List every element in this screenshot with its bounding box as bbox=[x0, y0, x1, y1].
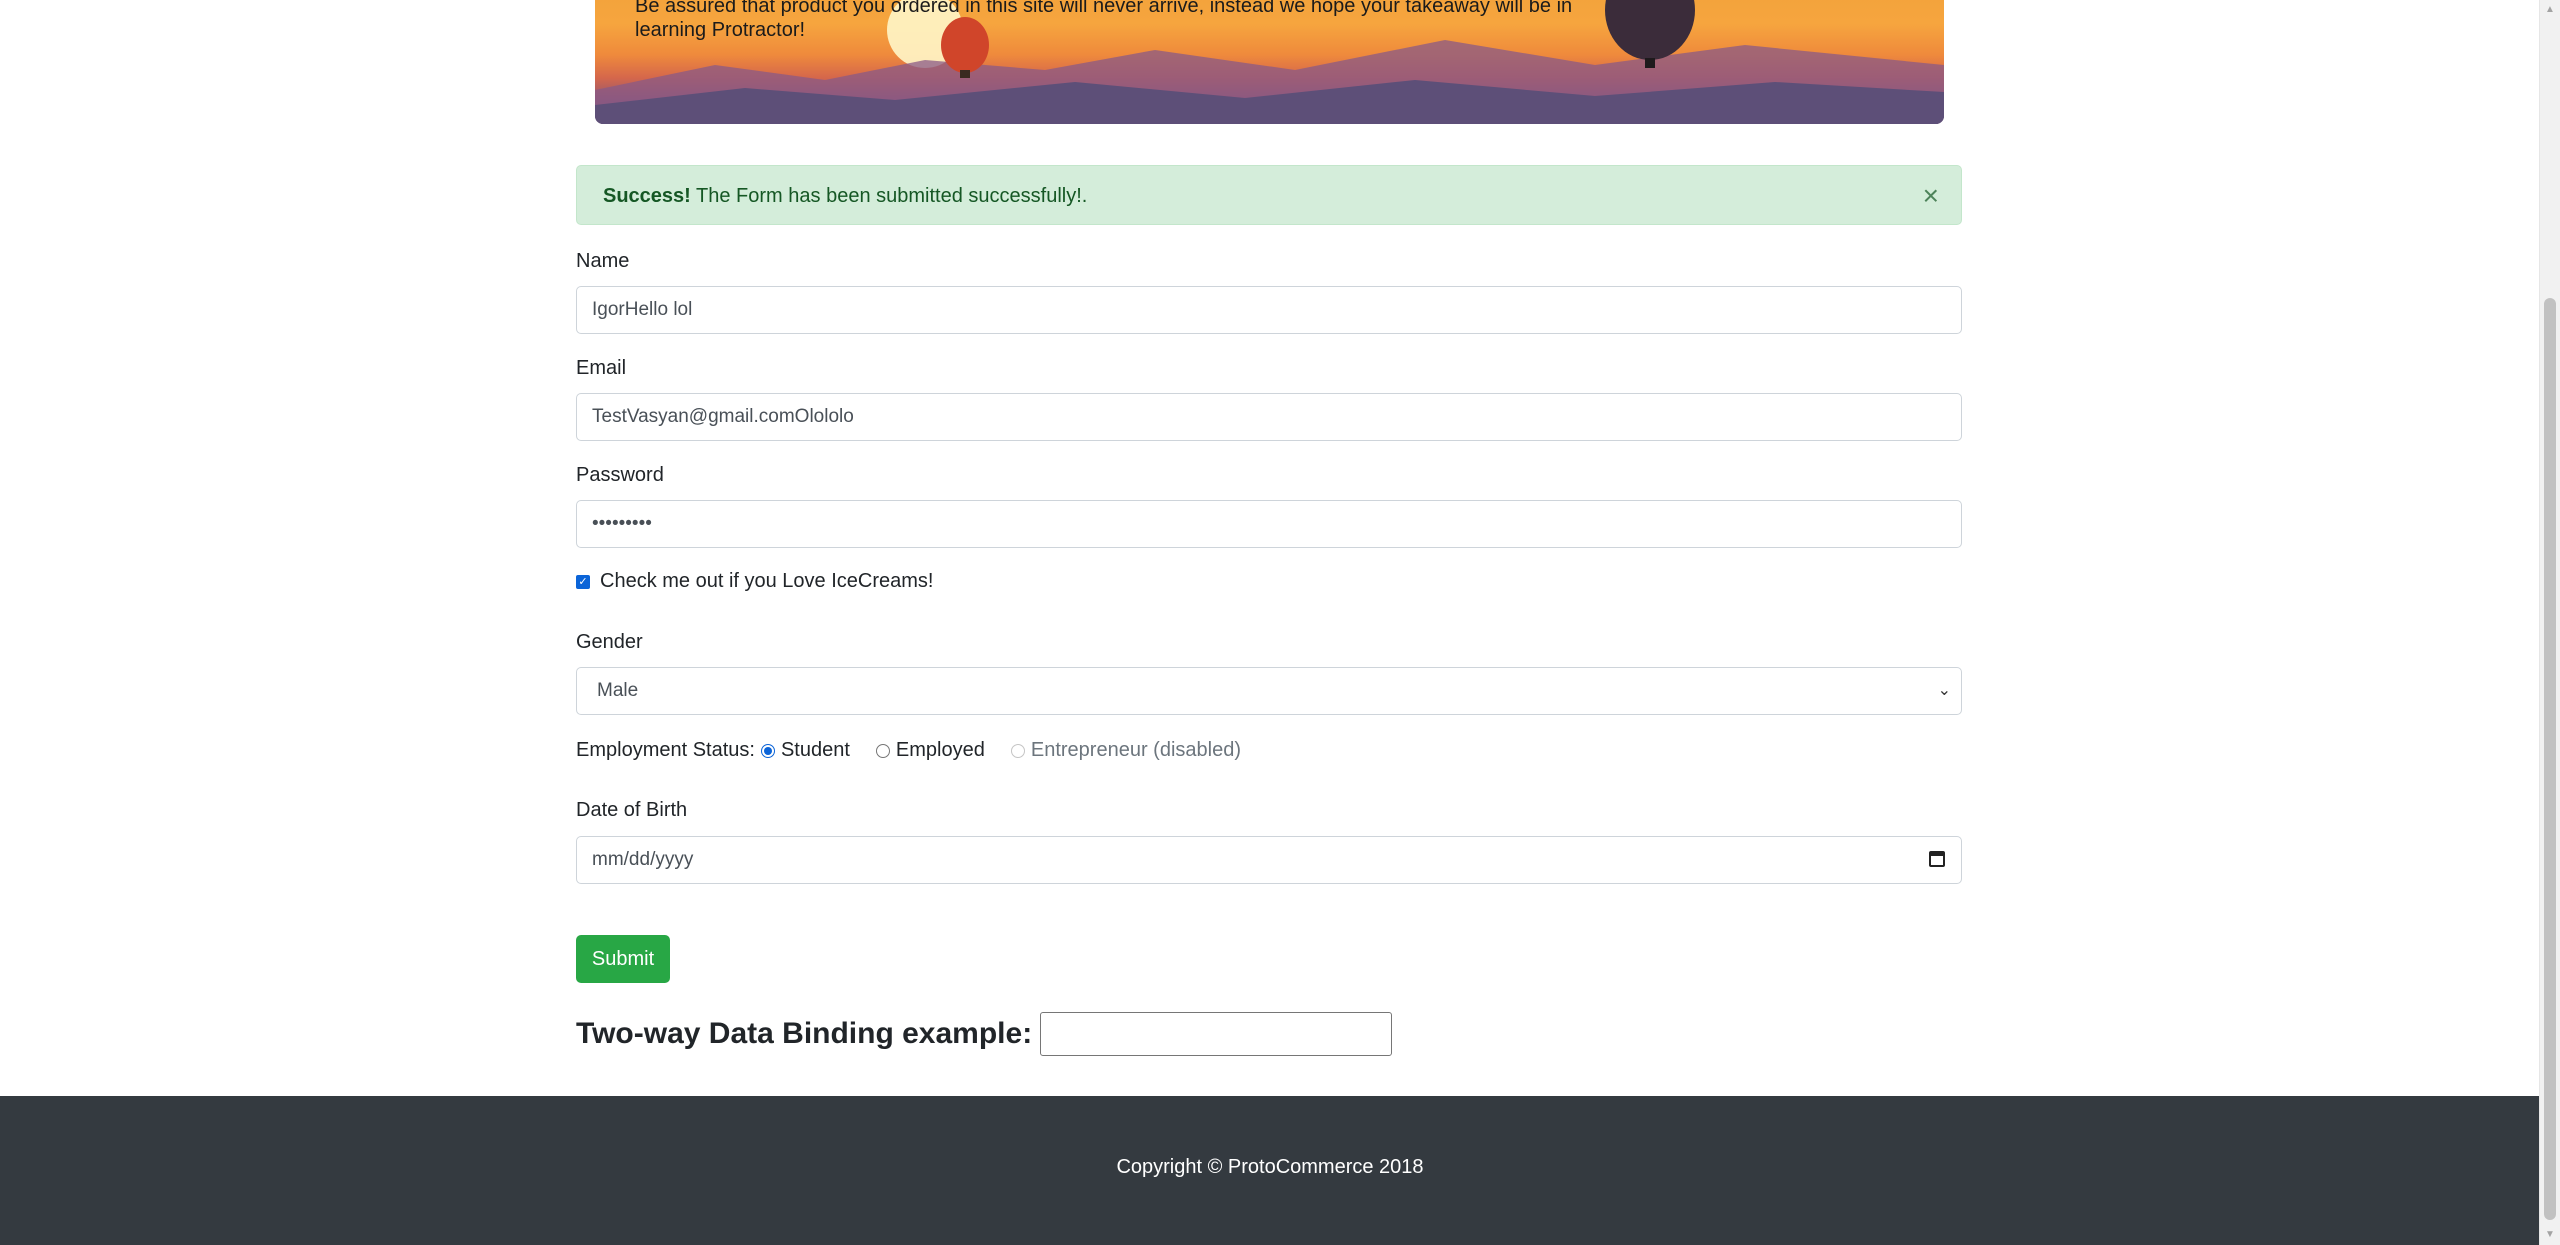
icecream-checkbox-label: Check me out if you Love IceCreams! bbox=[600, 570, 934, 592]
radio-entrepreneur bbox=[1010, 743, 1025, 758]
gender-select[interactable]: Male ⌄ bbox=[576, 667, 1962, 715]
employment-status-group: Employment Status: Student Employed Entr… bbox=[576, 739, 1261, 762]
gender-selected-value: Male bbox=[597, 680, 639, 701]
radio-student[interactable] bbox=[760, 743, 775, 758]
radio-employed[interactable] bbox=[875, 743, 890, 758]
hero-banner: Be assured that product you ordered in t… bbox=[595, 0, 1944, 124]
copyright-text: Copyright © ProtoCommerce 2018 bbox=[1116, 1156, 1424, 1178]
scroll-up-icon[interactable]: ▲ bbox=[2540, 0, 2560, 20]
icecream-checkbox-row[interactable]: ✓ Check me out if you Love IceCreams! bbox=[576, 570, 933, 593]
scrollbar-thumb[interactable] bbox=[2544, 298, 2556, 1220]
vertical-scrollbar[interactable]: ▲ ▼ bbox=[2539, 0, 2560, 1245]
close-icon[interactable]: × bbox=[1923, 166, 1939, 226]
gender-label: Gender bbox=[576, 631, 643, 653]
submit-button[interactable]: Submit bbox=[576, 935, 670, 983]
success-alert: Success! The Form has been submitted suc… bbox=[576, 165, 1962, 225]
two-way-binding-label: Two-way Data Binding example: bbox=[576, 1017, 1033, 1050]
page: Be assured that product you ordered in t… bbox=[0, 0, 2540, 1245]
password-input[interactable]: ••••••••• bbox=[576, 500, 1962, 548]
dob-placeholder: mm/dd/yyyy bbox=[592, 849, 694, 870]
radio-entrepreneur-label: Entrepreneur (disabled) bbox=[1030, 739, 1241, 761]
employment-label: Employment Status: bbox=[576, 739, 755, 761]
email-input[interactable]: TestVasyan@gmail.comOlololo bbox=[576, 393, 1962, 441]
name-input[interactable]: IgorHello lol bbox=[576, 286, 1962, 334]
two-way-binding-input[interactable] bbox=[1040, 1012, 1393, 1056]
footer: Copyright © ProtoCommerce 2018 bbox=[0, 1096, 2540, 1245]
radio-employed-label: Employed bbox=[895, 739, 985, 761]
radio-student-label: Student bbox=[780, 739, 850, 761]
password-label: Password bbox=[576, 464, 664, 486]
calendar-icon[interactable] bbox=[1929, 851, 1945, 867]
two-way-binding-section: Two-way Data Binding example: bbox=[576, 1012, 1393, 1056]
icecream-checkbox[interactable]: ✓ bbox=[576, 574, 590, 589]
dob-label: Date of Birth bbox=[576, 799, 688, 821]
alert-message: The Form has been submitted successfully… bbox=[690, 185, 1088, 207]
alert-title: Success! bbox=[603, 185, 691, 207]
name-label: Name bbox=[576, 250, 630, 272]
hero-text: Be assured that product you ordered in t… bbox=[635, 0, 1573, 41]
chevron-down-icon: ⌄ bbox=[1937, 682, 1951, 699]
dob-input[interactable]: mm/dd/yyyy bbox=[576, 836, 1962, 884]
email-label: Email bbox=[576, 357, 627, 379]
scroll-down-icon[interactable]: ▼ bbox=[2540, 1225, 2560, 1245]
